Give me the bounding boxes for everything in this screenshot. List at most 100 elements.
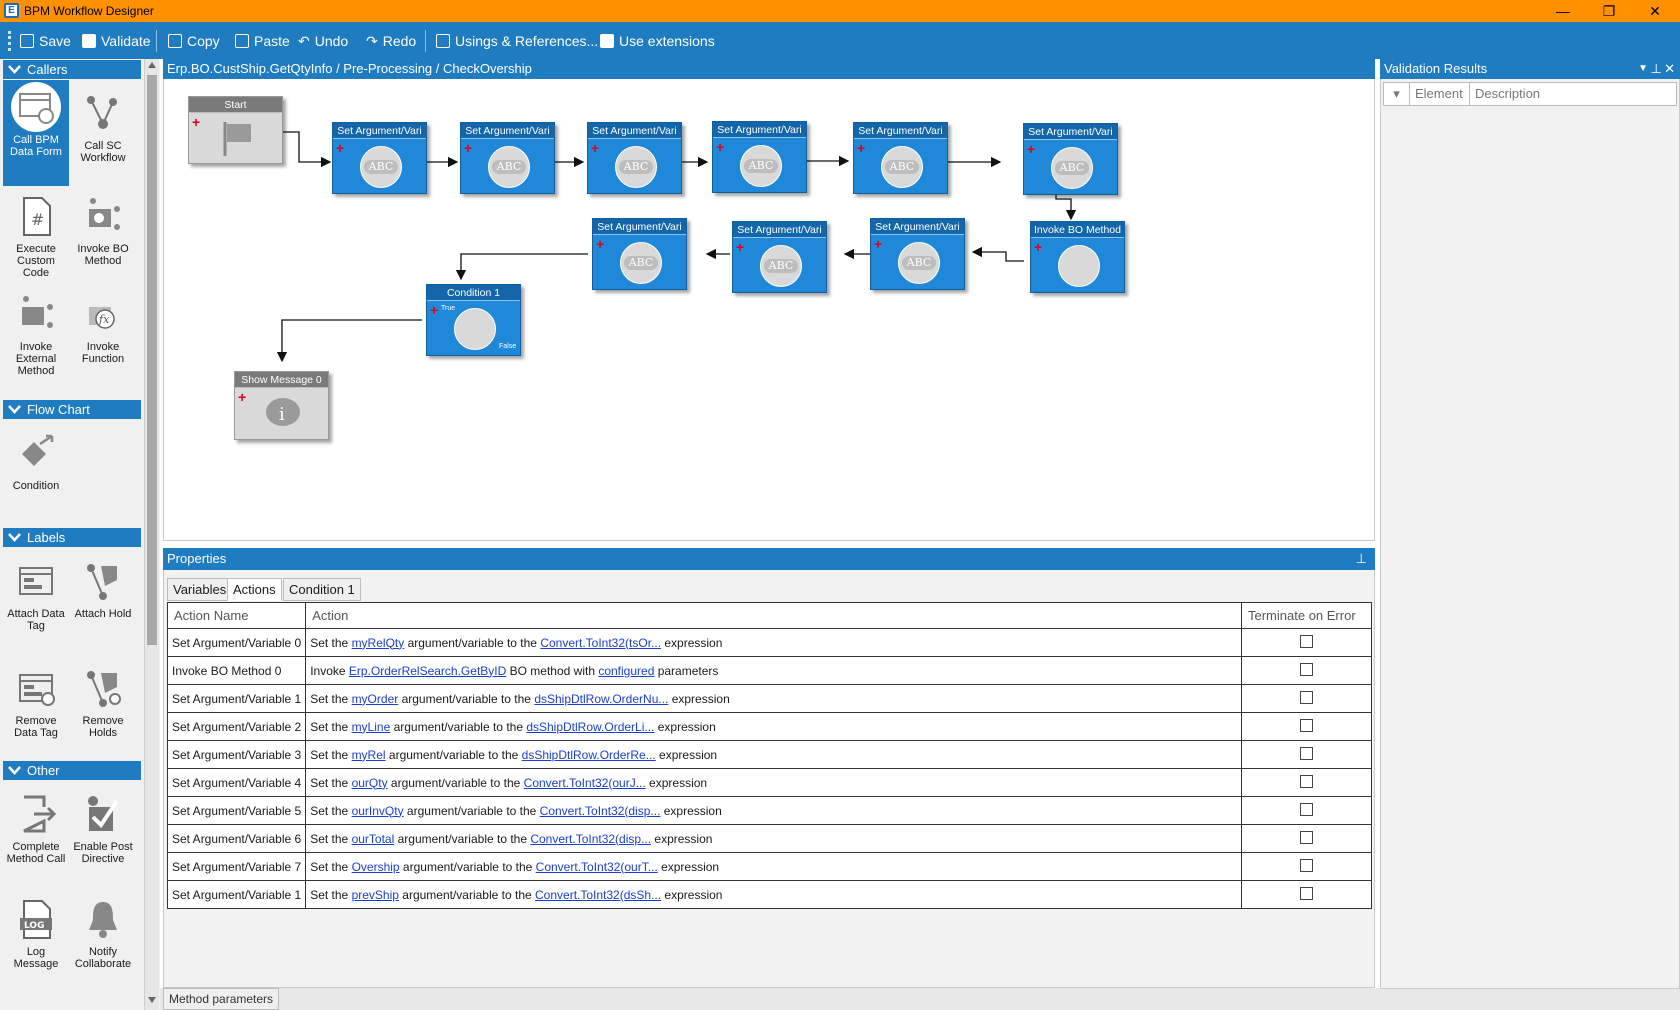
filter-dropdown-icon[interactable]: ▾ (1384, 83, 1410, 105)
section-other[interactable]: Other (3, 761, 141, 780)
expression-link[interactable]: Convert.ToInt32(ourJ... (524, 776, 646, 790)
tool-remove-data-tag[interactable]: Remove Data Tag (3, 661, 69, 739)
dropdown-icon[interactable]: ▼ (1638, 59, 1648, 79)
argument-link[interactable]: prevShip (352, 888, 399, 902)
section-callers[interactable]: Callers (3, 60, 141, 79)
usings-references-button[interactable]: Usings & References... (436, 31, 598, 51)
tool-attach-data-tag[interactable]: Attach Data Tag (3, 554, 69, 632)
section-flow-chart[interactable]: Flow Chart (3, 400, 141, 419)
column-header-element[interactable]: Element (1410, 83, 1470, 105)
expression-link[interactable]: Convert.ToInt32(disp... (540, 804, 661, 818)
column-header-action[interactable]: Action (305, 602, 1242, 629)
expression-link[interactable]: Convert.ToInt32(tsOr... (540, 636, 661, 650)
argument-link[interactable]: myLine (352, 720, 391, 734)
set-argument-node[interactable]: Set Argument/Vari + ABC (732, 221, 827, 293)
terminate-checkbox[interactable] (1300, 690, 1313, 704)
tool-execute-custom-code[interactable]: # Execute Custom Code (3, 189, 69, 279)
condition-node[interactable]: Condition 1 + True False (426, 284, 521, 356)
expression-link[interactable]: Convert.ToInt32(ourT... (536, 860, 658, 874)
argument-link[interactable]: myRelQty (352, 636, 405, 650)
expression-link[interactable]: configured (598, 664, 654, 678)
scroll-up-icon[interactable] (148, 62, 156, 68)
set-argument-node[interactable]: Set Argument/Vari + ABC (853, 122, 948, 194)
undo-button[interactable]: ↶ Undo (298, 31, 348, 51)
argument-link[interactable]: ourQty (352, 776, 388, 790)
close-button[interactable]: ✕ (1632, 0, 1678, 22)
show-message-node[interactable]: Show Message 0 + i (234, 371, 329, 440)
set-argument-node[interactable]: Set Argument/Vari + ABC (587, 122, 682, 194)
workflow-canvas[interactable]: Start + Set Argument/Vari + ABC Set Argume… (163, 79, 1375, 541)
terminate-checkbox[interactable] (1300, 718, 1313, 732)
terminate-checkbox[interactable] (1300, 634, 1313, 648)
expression-link[interactable]: Convert.ToInt32(dsSh... (535, 888, 661, 902)
argument-link[interactable]: ourTotal (352, 832, 395, 846)
column-header-action-name[interactable]: Action Name (166, 602, 307, 629)
tool-attach-hold[interactable]: Attach Hold (70, 554, 136, 620)
scroll-down-icon[interactable] (148, 997, 156, 1003)
column-header-terminate[interactable]: Terminate on Error (1241, 602, 1372, 629)
close-icon[interactable]: ✕ (1664, 59, 1675, 79)
argument-link[interactable]: ourInvQty (352, 804, 404, 818)
expression-link[interactable]: dsShipDtlRow.OrderRe... (522, 748, 656, 762)
tool-log-message[interactable]: LOG Log Message (3, 892, 69, 970)
tool-invoke-function[interactable]: fx Invoke Function (70, 287, 136, 365)
table-row[interactable]: Set Argument/Variable 0 Set the myRelQty … (166, 628, 1372, 657)
set-argument-node[interactable]: Set Argument/Vari + ABC (712, 121, 807, 193)
paste-button[interactable]: Paste (235, 31, 290, 51)
redo-button[interactable]: ↷ Redo (366, 31, 416, 51)
argument-link[interactable]: myOrder (352, 692, 399, 706)
set-argument-node[interactable]: Set Argument/Vari + ABC (870, 218, 965, 290)
tab-method-parameters[interactable]: Method parameters (163, 988, 280, 1010)
tool-complete-method-call[interactable]: Complete Method Call (3, 787, 69, 865)
table-row[interactable]: Set Argument/Variable 1 Set the myOrder a… (166, 684, 1372, 713)
tool-remove-holds[interactable]: Remove Holds (70, 661, 136, 739)
tool-invoke-bo-method[interactable]: Invoke BO Method (70, 189, 136, 267)
argument-link[interactable]: Erp.OrderRelSearch.GetByID (349, 664, 506, 678)
restore-button[interactable]: ❐ (1586, 0, 1632, 22)
table-row[interactable]: Invoke BO Method 0 Invoke Erp.OrderRelSea… (166, 656, 1372, 685)
invoke-bo-method-node[interactable]: Invoke BO Method + (1030, 221, 1125, 293)
section-labels[interactable]: Labels (3, 528, 141, 547)
expression-link[interactable]: dsShipDtlRow.OrderNu... (534, 692, 668, 706)
pin-icon[interactable]: ⊥ (1651, 59, 1662, 79)
tool-invoke-external-method[interactable]: Invoke External Method (3, 287, 69, 377)
copy-button[interactable]: Copy (168, 31, 220, 51)
set-argument-node[interactable]: Set Argument/Vari + ABC (332, 122, 427, 194)
validate-button[interactable]: Validate (82, 31, 151, 51)
table-row[interactable]: Set Argument/Variable 1 Set the prevShip … (166, 880, 1372, 909)
tool-condition[interactable]: Condition (3, 426, 69, 492)
tab-condition-1[interactable]: Condition 1 (283, 578, 361, 601)
argument-link[interactable]: myRel (352, 748, 386, 762)
terminate-checkbox[interactable] (1300, 886, 1313, 900)
table-row[interactable]: Set Argument/Variable 6 Set the ourTotal … (166, 824, 1372, 853)
column-header-description[interactable]: Description (1470, 83, 1676, 105)
terminate-checkbox[interactable] (1300, 802, 1313, 816)
table-row[interactable]: Set Argument/Variable 4 Set the ourQty ar… (166, 768, 1372, 797)
use-extensions-button[interactable]: Use extensions (600, 31, 715, 51)
argument-link[interactable]: Overship (352, 860, 400, 874)
table-row[interactable]: Set Argument/Variable 3 Set the myRel arg… (166, 740, 1372, 769)
set-argument-node[interactable]: Set Argument/Vari + ABC (592, 218, 687, 290)
pin-icon[interactable]: ⊥ (1356, 548, 1367, 570)
tab-variables[interactable]: Variables (167, 578, 233, 601)
tool-call-bpm-data-form[interactable]: Call BPM Data Form (3, 80, 69, 186)
table-row[interactable]: Set Argument/Variable 2 Set the myLine ar… (166, 712, 1372, 741)
save-button[interactable]: Save (20, 31, 71, 51)
set-argument-node[interactable]: Set Argument/Vari + ABC (460, 122, 555, 194)
terminate-checkbox[interactable] (1300, 662, 1313, 676)
scrollbar-thumb[interactable] (147, 75, 157, 645)
set-argument-node[interactable]: Set Argument/Vari + ABC (1023, 123, 1118, 195)
expression-link[interactable]: Convert.ToInt32(disp... (530, 832, 651, 846)
tab-actions[interactable]: Actions (227, 578, 282, 601)
tool-enable-post-directive[interactable]: Enable Post Directive (70, 787, 136, 865)
tool-notify-collaborate[interactable]: Notify Collaborate (70, 892, 136, 970)
start-node[interactable]: Start + (188, 96, 283, 164)
expression-link[interactable]: dsShipDtlRow.OrderLi... (526, 720, 654, 734)
terminate-checkbox[interactable] (1300, 774, 1313, 788)
toolbox-scrollbar[interactable] (144, 59, 159, 1010)
terminate-checkbox[interactable] (1300, 830, 1313, 844)
terminate-checkbox[interactable] (1300, 858, 1313, 872)
table-row[interactable]: Set Argument/Variable 5 Set the ourInvQty… (166, 796, 1372, 825)
table-row[interactable]: Set Argument/Variable 7 Set the Overship … (166, 852, 1372, 881)
terminate-checkbox[interactable] (1300, 746, 1313, 760)
